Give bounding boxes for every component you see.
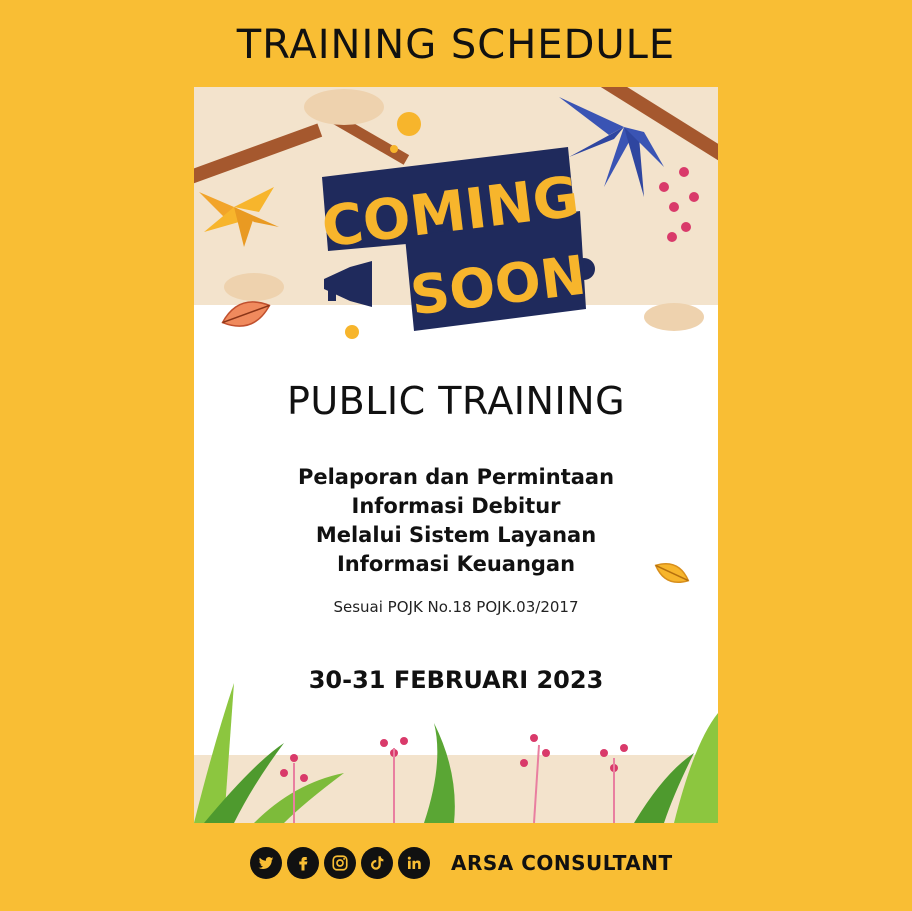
training-title-line: Pelaporan dan Permintaan	[297, 465, 615, 489]
leaf-icon	[654, 563, 690, 583]
brand-name: ARSA CONSULTANT	[451, 851, 673, 875]
instagram-icon[interactable]	[324, 847, 356, 879]
training-title-line: Informasi Debitur	[351, 494, 561, 518]
poster-heading: PUBLIC TRAINING	[286, 379, 626, 423]
regulation-text: Sesuai POJK No.18 POJK.03/2017	[333, 598, 579, 616]
training-title-line: Melalui Sistem Layanan	[315, 523, 597, 547]
foliage-decoration	[194, 683, 718, 823]
facebook-icon[interactable]	[287, 847, 319, 879]
megaphone-icon	[324, 261, 372, 307]
tiktok-icon[interactable]	[361, 847, 393, 879]
poster: COMING SOON PUBLIC TRAINING Pelaporan da…	[194, 87, 718, 823]
linkedin-icon[interactable]	[398, 847, 430, 879]
twitter-icon[interactable]	[250, 847, 282, 879]
page-title: TRAINING SCHEDULE	[236, 22, 676, 68]
training-title: Pelaporan dan Permintaan Informasi Debit…	[194, 463, 718, 579]
footer: ARSA CONSULTANT	[250, 846, 673, 880]
training-title-line: Informasi Keuangan	[336, 552, 576, 576]
